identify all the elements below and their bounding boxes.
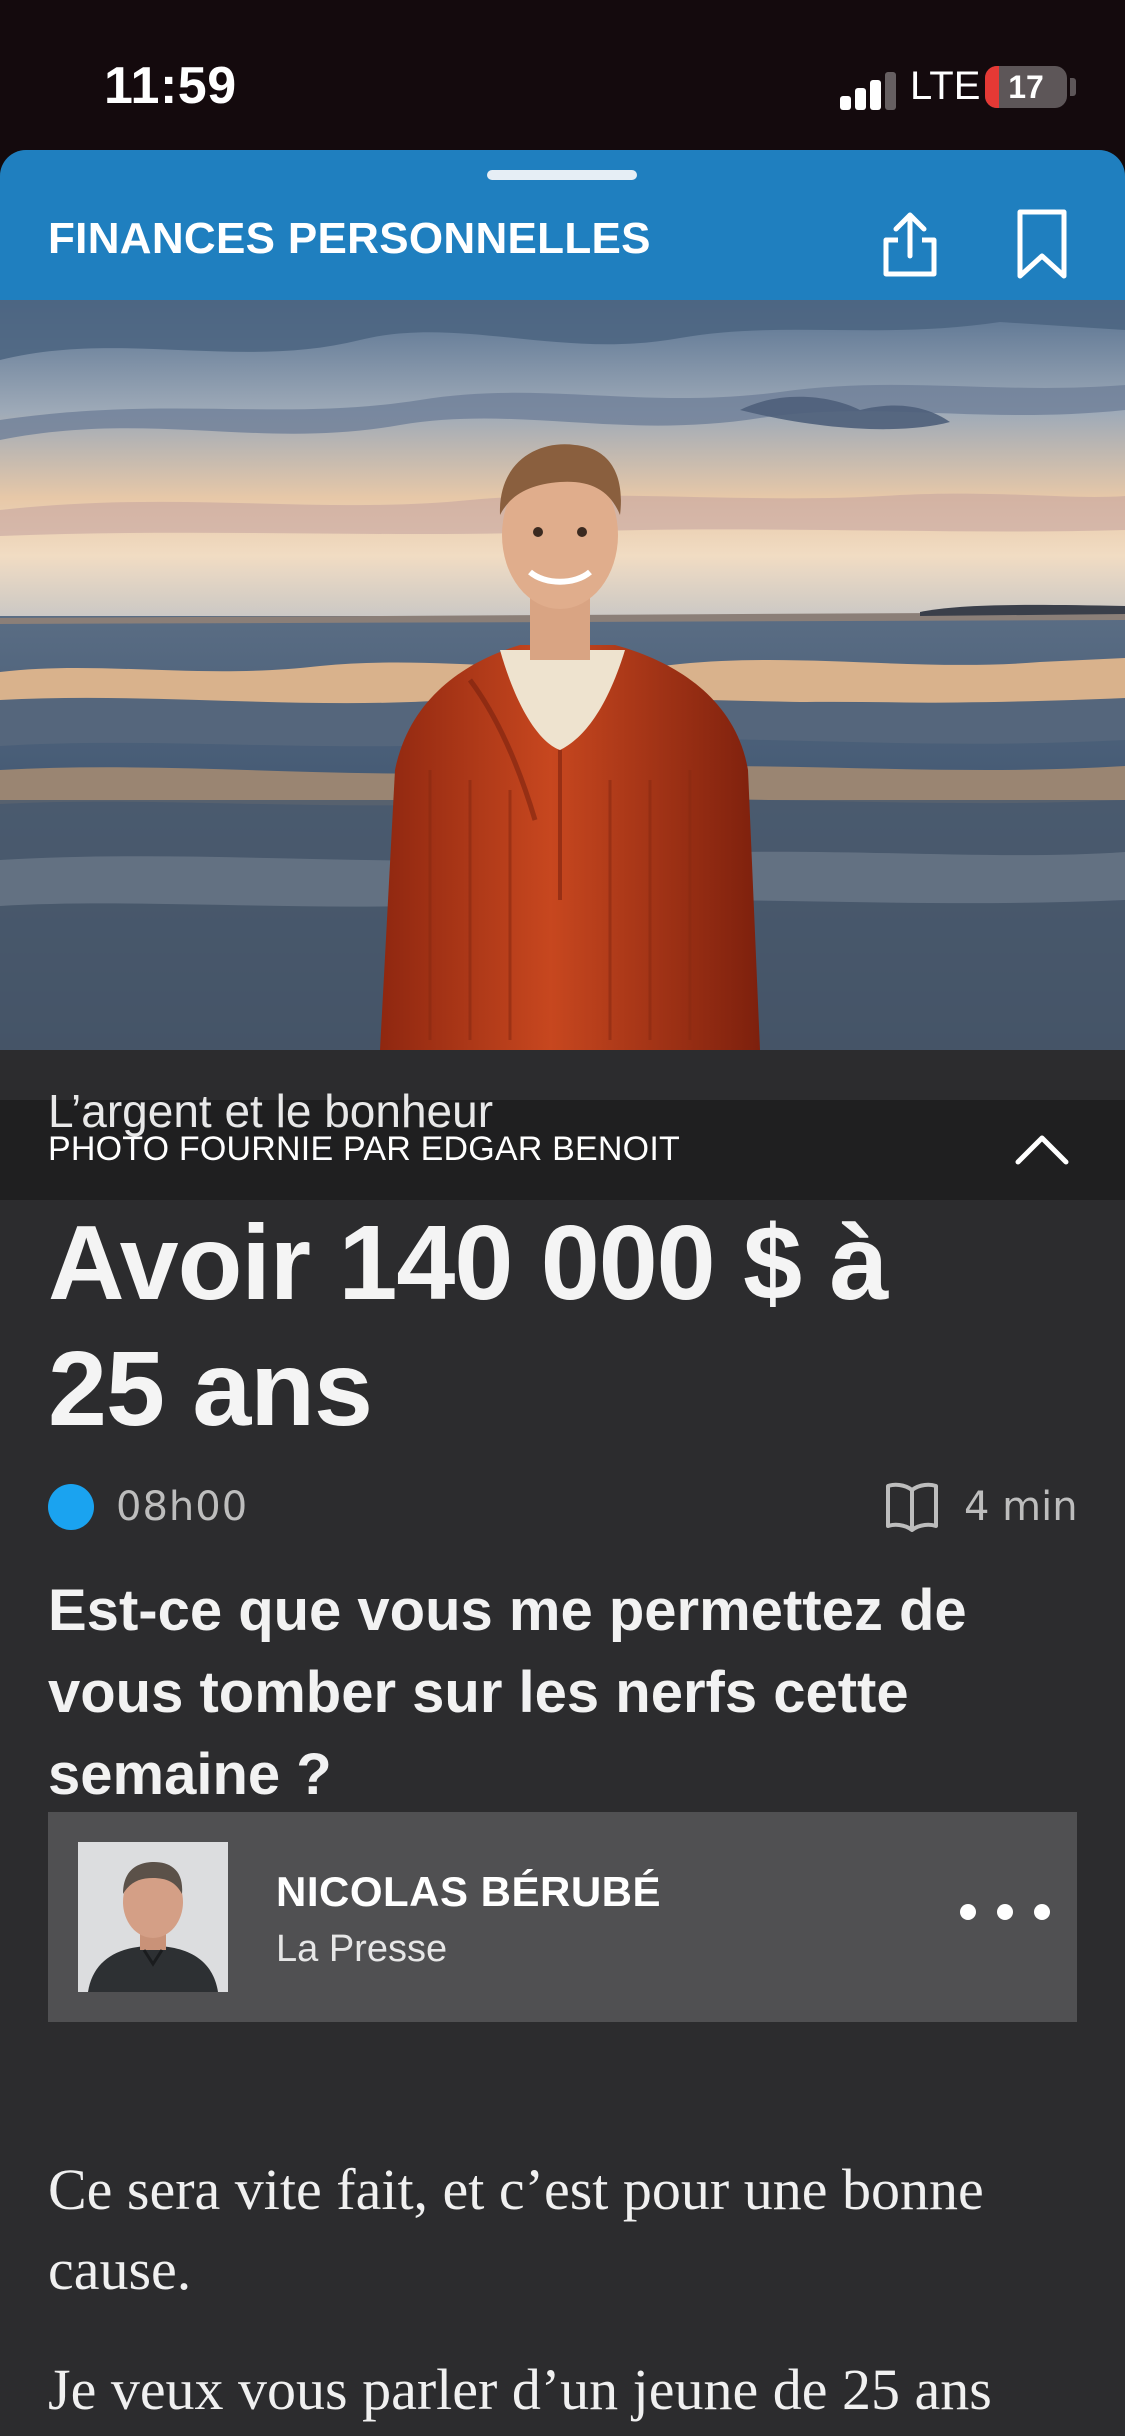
chevron-up-icon[interactable] xyxy=(1010,1122,1074,1178)
battery-level: 17 xyxy=(1008,69,1044,105)
sheet-grabber[interactable] xyxy=(487,170,637,180)
body-paragraph: Je veux vous parler d’un jeune de 25 ans xyxy=(48,2357,992,2422)
status-bar: 11:59 LTE 17 xyxy=(0,0,1125,150)
hero-image xyxy=(0,300,1125,1050)
signal-bar xyxy=(855,88,866,110)
more-icon[interactable] xyxy=(960,1892,1050,1932)
bookmark-icon[interactable] xyxy=(1012,206,1072,282)
author-org: La Presse xyxy=(276,1928,448,1970)
battery-icon: 17 xyxy=(985,66,1067,108)
more-dot xyxy=(997,1904,1013,1920)
author-card[interactable]: NICOLAS BÉRUBÉ La Presse xyxy=(48,1812,1077,2022)
signal-bar xyxy=(870,80,881,110)
battery-nub xyxy=(1070,78,1076,96)
hero-photo xyxy=(0,300,1125,1050)
article-sheet: FINANCES PERSONNELLES PHOTO FOURNIE PAR … xyxy=(0,150,1125,2436)
body-paragraph: Ce sera vite fait, et c’est pour une bon… xyxy=(48,2157,984,2302)
more-dot xyxy=(960,1904,976,1920)
article-headline: Avoir 140 000 $ à 25 ans xyxy=(48,1200,1048,1452)
headline-line-1: Avoir 140 000 $ à xyxy=(48,1204,888,1322)
read-time: 4 min xyxy=(964,1484,1078,1530)
signal-bar xyxy=(885,72,896,110)
signal-icon xyxy=(840,70,896,110)
article-kicker: L’argent et le bonheur xyxy=(48,1085,494,1137)
publish-time: 08h00 xyxy=(116,1484,249,1530)
author-name: NICOLAS BÉRUBÉ xyxy=(276,1868,662,1915)
status-time: 11:59 xyxy=(104,57,237,115)
network-type: LTE xyxy=(910,64,981,108)
live-dot xyxy=(48,1484,94,1530)
author-avatar xyxy=(78,1842,228,1992)
book-icon xyxy=(886,1482,938,1532)
article-subhead: Est-ce que vous me permettez de vous tom… xyxy=(48,1578,967,1807)
share-icon[interactable] xyxy=(872,206,948,282)
more-dot xyxy=(1034,1904,1050,1920)
headline-line-2: 25 ans xyxy=(48,1330,373,1448)
article-header: FINANCES PERSONNELLES xyxy=(0,150,1125,300)
section-title: FINANCES PERSONNELLES xyxy=(48,214,651,263)
signal-bar xyxy=(840,96,851,110)
